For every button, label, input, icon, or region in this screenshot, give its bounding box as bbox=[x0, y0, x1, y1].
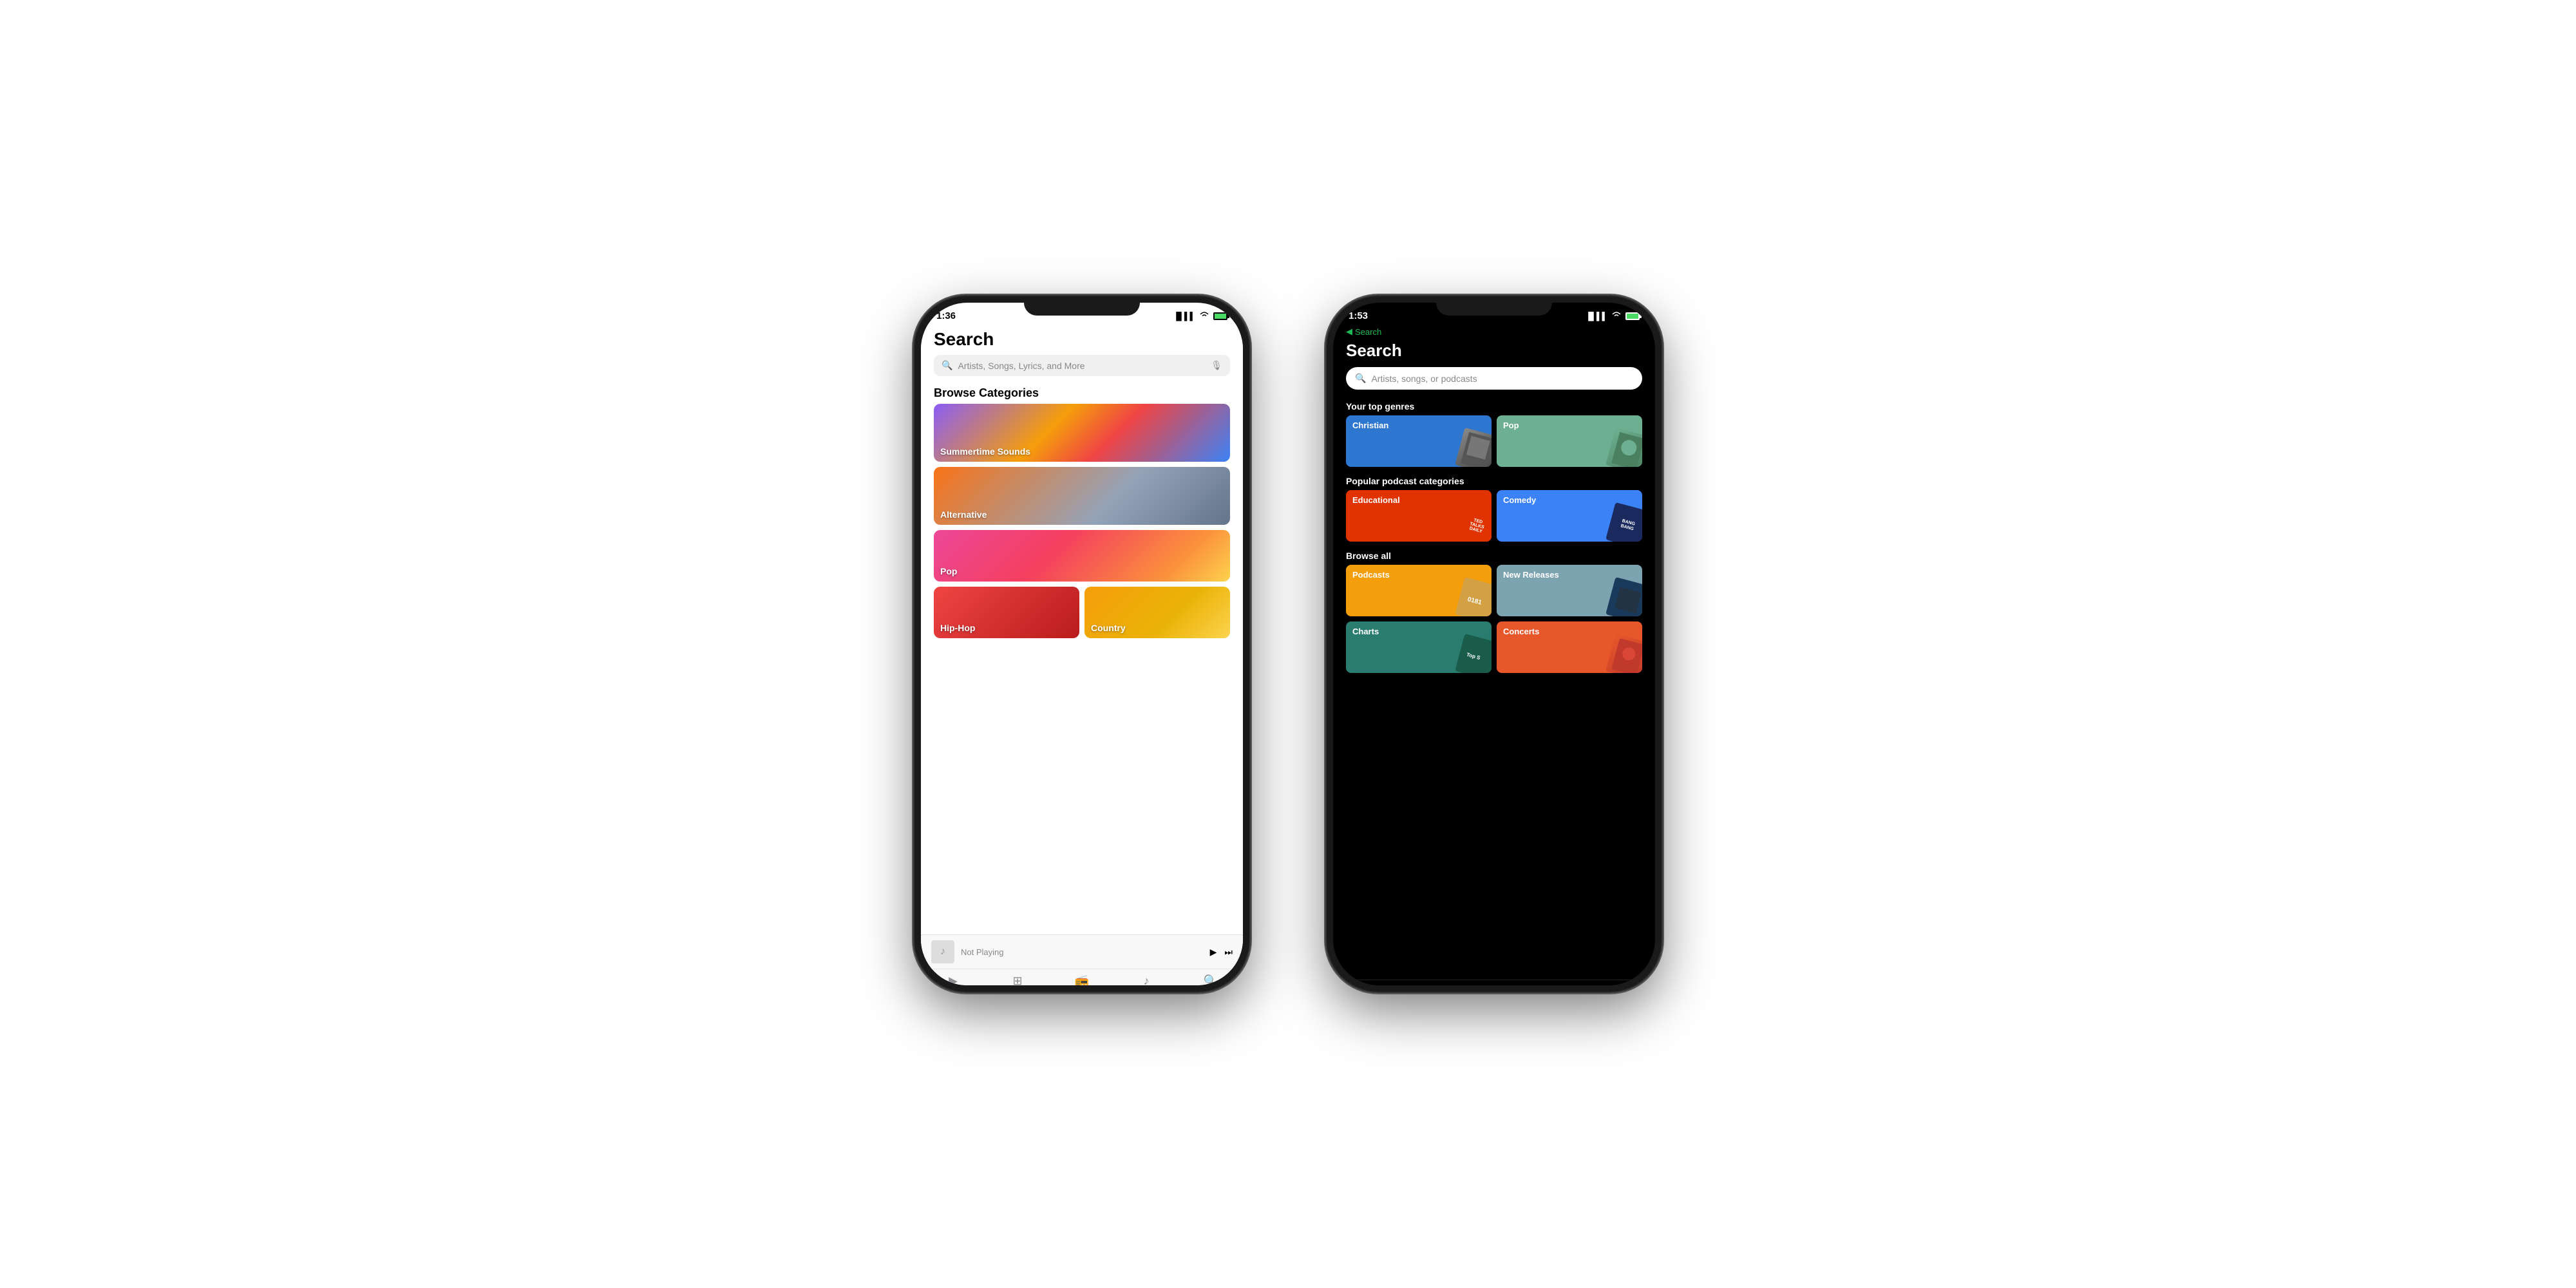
spotify-search-title: Search bbox=[1346, 341, 1642, 361]
spotify-content: Search 🔍 Artists, songs, or podcasts You… bbox=[1333, 339, 1655, 985]
back-label: Search bbox=[1355, 327, 1381, 337]
apple-header: Search 🔍 Artists, Songs, Lyrics, and Mor… bbox=[921, 324, 1243, 379]
pop-thumb bbox=[1605, 428, 1642, 467]
player-controls: ▶ ⏭ bbox=[1210, 947, 1233, 958]
apple-screen: 1:36 ▐▌▌▌ Search 🔍 Artists, Songs, Lyric… bbox=[921, 303, 1243, 985]
apple-music-phone: 1:36 ▐▌▌▌ Search 🔍 Artists, Songs, Lyric… bbox=[914, 296, 1249, 992]
nav-search[interactable]: 🔍 Search bbox=[1179, 972, 1243, 985]
category-pop-label: Pop bbox=[940, 566, 957, 576]
browse-newreleases-label: New Releases bbox=[1503, 570, 1559, 580]
category-pop[interactable]: Pop bbox=[934, 530, 1230, 582]
nav-listen-now[interactable]: ▶ Listen Now bbox=[921, 972, 985, 985]
apple-search-input[interactable]: Artists, Songs, Lyrics, and More bbox=[958, 361, 1206, 371]
player-album-art: ♪ bbox=[931, 940, 954, 963]
christian-thumb bbox=[1455, 428, 1492, 467]
player-status: Not Playing bbox=[961, 947, 1204, 957]
podcast-educational-label: Educational bbox=[1352, 495, 1400, 505]
genre-pop[interactable]: Pop bbox=[1497, 415, 1642, 467]
top-genres-title: Your top genres bbox=[1333, 395, 1655, 415]
spotify-screen: 1:53 ▐▌▌▌ ◀ Search Search 🔍 Artists, son… bbox=[1333, 303, 1655, 985]
nav-browse[interactable]: ⊞ Browse bbox=[985, 972, 1050, 985]
category-country-label: Country bbox=[1091, 623, 1126, 633]
category-hiphop[interactable]: Hip-Hop bbox=[934, 587, 1079, 638]
signal-icon: ▐▌▌▌ bbox=[1173, 312, 1195, 321]
apple-content: Search 🔍 Artists, Songs, Lyrics, and Mor… bbox=[921, 324, 1243, 985]
apple-search-bar[interactable]: 🔍 Artists, Songs, Lyrics, and More 🎙 bbox=[934, 355, 1230, 376]
podcast-comedy[interactable]: Comedy BANGBANG bbox=[1497, 490, 1642, 542]
spotify-notch bbox=[1436, 296, 1552, 316]
browse-newreleases[interactable]: New Releases bbox=[1497, 565, 1642, 616]
nav-library[interactable]: ♪ Library bbox=[1114, 972, 1179, 985]
apple-mini-player[interactable]: ♪ Not Playing ▶ ⏭ bbox=[921, 934, 1243, 969]
browse-charts[interactable]: Charts Top S bbox=[1346, 621, 1492, 673]
browse-concerts-label: Concerts bbox=[1503, 627, 1539, 636]
radio-icon: 📻 bbox=[1075, 974, 1089, 985]
notch bbox=[1024, 296, 1140, 316]
browse-grid: Podcasts 0181 New Releases Charts Top S bbox=[1333, 565, 1655, 673]
spotify-header: Search 🔍 Artists, songs, or podcasts bbox=[1333, 339, 1655, 395]
category-alternative[interactable]: Alternative bbox=[934, 467, 1230, 525]
browse-concerts[interactable]: Concerts bbox=[1497, 621, 1642, 673]
podcast-comedy-label: Comedy bbox=[1503, 495, 1536, 505]
battery-icon bbox=[1213, 312, 1227, 320]
back-chevron-icon: ◀ bbox=[1346, 327, 1352, 337]
top-genres-grid: Christian Pop bbox=[1333, 415, 1655, 467]
spotify-phone: 1:53 ▐▌▌▌ ◀ Search Search 🔍 Artists, son… bbox=[1327, 296, 1662, 992]
spotify-search-input[interactable]: Artists, songs, or podcasts bbox=[1371, 374, 1477, 384]
category-summertime-label: Summertime Sounds bbox=[940, 446, 1030, 457]
browse-icon: ⊞ bbox=[1012, 974, 1022, 985]
ted-thumb: TEDTALKSDAILY bbox=[1455, 502, 1492, 542]
spotify-battery-icon bbox=[1625, 312, 1640, 320]
wifi-icon bbox=[1199, 311, 1209, 321]
comedy-thumb: BANGBANG bbox=[1605, 502, 1642, 542]
skip-button[interactable]: ⏭ bbox=[1224, 947, 1233, 958]
spotify-status-time: 1:53 bbox=[1349, 310, 1368, 321]
genre-christian-label: Christian bbox=[1352, 421, 1388, 430]
apple-status-icons: ▐▌▌▌ bbox=[1173, 311, 1227, 321]
spotify-back-link[interactable]: ◀ Search bbox=[1333, 324, 1655, 339]
spotify-status-icons: ▐▌▌▌ bbox=[1586, 311, 1640, 321]
spotify-wifi-icon bbox=[1611, 311, 1622, 321]
apple-mic-icon[interactable]: 🎙 bbox=[1211, 360, 1222, 371]
category-alternative-label: Alternative bbox=[940, 509, 987, 520]
spotify-signal-icon: ▐▌▌▌ bbox=[1586, 312, 1607, 321]
concerts-thumb bbox=[1605, 634, 1642, 673]
category-country[interactable]: Country bbox=[1084, 587, 1230, 638]
apple-browse-title: Browse Categories bbox=[921, 379, 1243, 404]
category-summertime[interactable]: Summertime Sounds bbox=[934, 404, 1230, 462]
nav-radio[interactable]: 📻 Radio bbox=[1050, 972, 1114, 985]
genre-christian[interactable]: Christian bbox=[1346, 415, 1492, 467]
spotify-bottom-nav: ⌂ Home 🔍 Search ⊟ Your Library ◉ Premium bbox=[1333, 980, 1655, 985]
podcast-categories-title: Popular podcast categories bbox=[1333, 469, 1655, 490]
play-button[interactable]: ▶ bbox=[1210, 947, 1217, 958]
search-icon: 🔍 bbox=[1204, 974, 1218, 985]
apple-search-icon: 🔍 bbox=[942, 360, 952, 371]
category-hiphop-label: Hip-Hop bbox=[940, 623, 975, 633]
browse-charts-label: Charts bbox=[1352, 627, 1379, 636]
apple-search-title: Search bbox=[934, 329, 1230, 350]
spotify-search-icon: 🔍 bbox=[1355, 373, 1366, 384]
podcast-educational[interactable]: Educational TEDTALKSDAILY bbox=[1346, 490, 1492, 542]
category-row-bottom: Hip-Hop Country bbox=[934, 587, 1230, 638]
genre-pop-label: Pop bbox=[1503, 421, 1519, 430]
apple-status-time: 1:36 bbox=[936, 310, 956, 321]
apple-bottom-nav: ▶ Listen Now ⊞ Browse 📻 Radio ♪ Library … bbox=[921, 969, 1243, 985]
listen-now-icon: ▶ bbox=[949, 974, 958, 985]
podcast-grid: Educational TEDTALKSDAILY Comedy BANGBAN… bbox=[1333, 490, 1655, 542]
charts-thumb: Top S bbox=[1455, 634, 1492, 673]
browse-podcasts-label: Podcasts bbox=[1352, 570, 1390, 580]
browse-all-title: Browse all bbox=[1333, 544, 1655, 565]
browse-podcasts[interactable]: Podcasts 0181 bbox=[1346, 565, 1492, 616]
spotify-search-bar[interactable]: 🔍 Artists, songs, or podcasts bbox=[1346, 367, 1642, 390]
podcasts-thumb: 0181 bbox=[1455, 577, 1492, 616]
library-icon: ♪ bbox=[1144, 974, 1150, 985]
newreleases-thumb bbox=[1605, 577, 1642, 616]
apple-categories: Summertime Sounds Alternative Pop Hip-Ho… bbox=[921, 404, 1243, 934]
